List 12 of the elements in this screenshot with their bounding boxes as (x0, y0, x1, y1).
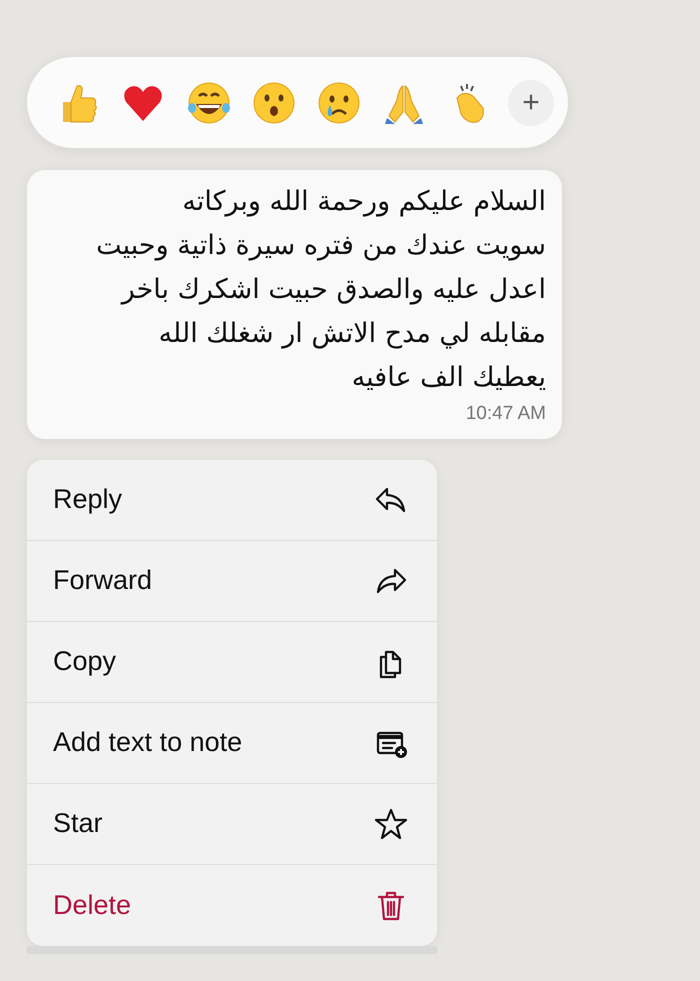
message-time: 10:47 AM (466, 402, 546, 426)
menu-item[interactable]: Reply (27, 460, 437, 540)
menu-item[interactable]: Add text to note (27, 702, 437, 784)
message-text: السلام عليكم ورحمة الله وبركاته سويت عندك من فتره سيرة ذاتية وحبيت اعدل عليه والصدق حبيت اشكرك باخر مقابله لي مدح الاتش ار شغلك الله يعطيك الف عافيه (95, 185, 546, 395)
laughing-face-icon[interactable] (186, 80, 232, 126)
crying-face-icon[interactable] (316, 80, 362, 126)
menu-item[interactable]: Star (27, 784, 437, 864)
menu-item[interactable]: Forward (27, 540, 437, 622)
menu-item[interactable]: Delete (27, 864, 437, 946)
surprised-face-icon[interactable] (250, 80, 297, 126)
more-reactions-button[interactable]: + (508, 80, 554, 126)
menu-item[interactable]: Copy (27, 622, 437, 702)
